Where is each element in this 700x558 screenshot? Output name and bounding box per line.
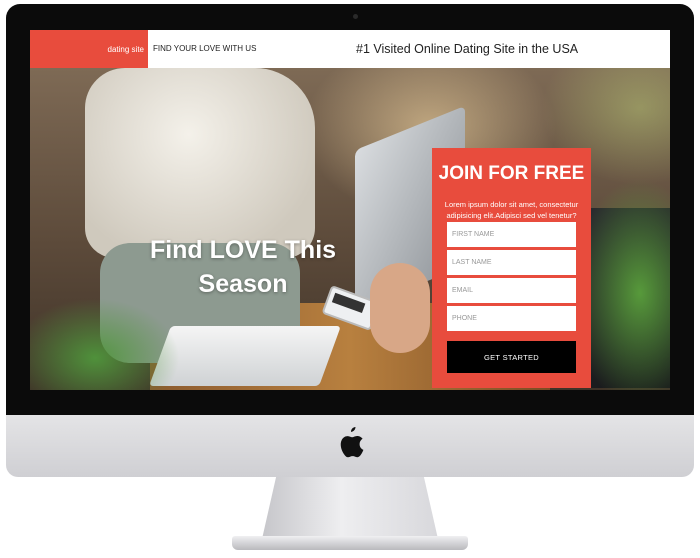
monitor-stand xyxy=(262,477,438,539)
monitor-screen: dating site FIND YOUR LOVE WITH US #1 Vi… xyxy=(30,30,670,390)
hero-photo-hand xyxy=(370,263,430,353)
monitor-stand-base xyxy=(232,536,468,550)
phone-input[interactable] xyxy=(447,306,576,331)
signup-description: Lorem ipsum dolor sit amet, consectetur … xyxy=(444,199,579,220)
brand-name: dating site xyxy=(107,44,144,54)
hero-section: Find LOVE This Season JOIN FOR FREE Lore… xyxy=(30,68,670,390)
email-input[interactable] xyxy=(447,278,576,303)
hero-photo-woman xyxy=(85,68,315,258)
signup-title: JOIN FOR FREE xyxy=(438,163,585,184)
apple-logo-icon xyxy=(340,427,364,458)
hero-photo-plant-left xyxy=(30,298,180,390)
signup-form: JOIN FOR FREE Lorem ipsum dolor sit amet… xyxy=(432,148,591,388)
webcam xyxy=(353,14,358,19)
get-started-button[interactable]: GET STARTED xyxy=(447,341,576,373)
brand-logo[interactable]: dating site xyxy=(30,30,148,68)
header-tagline: FIND YOUR LOVE WITH US xyxy=(153,44,257,53)
first-name-input[interactable] xyxy=(447,222,576,247)
header-headline: #1 Visited Online Dating Site in the USA xyxy=(356,42,579,56)
last-name-input[interactable] xyxy=(447,250,576,275)
hero-heading: Find LOVE This Season xyxy=(149,236,337,298)
site-header: dating site FIND YOUR LOVE WITH US #1 Vi… xyxy=(30,30,670,68)
